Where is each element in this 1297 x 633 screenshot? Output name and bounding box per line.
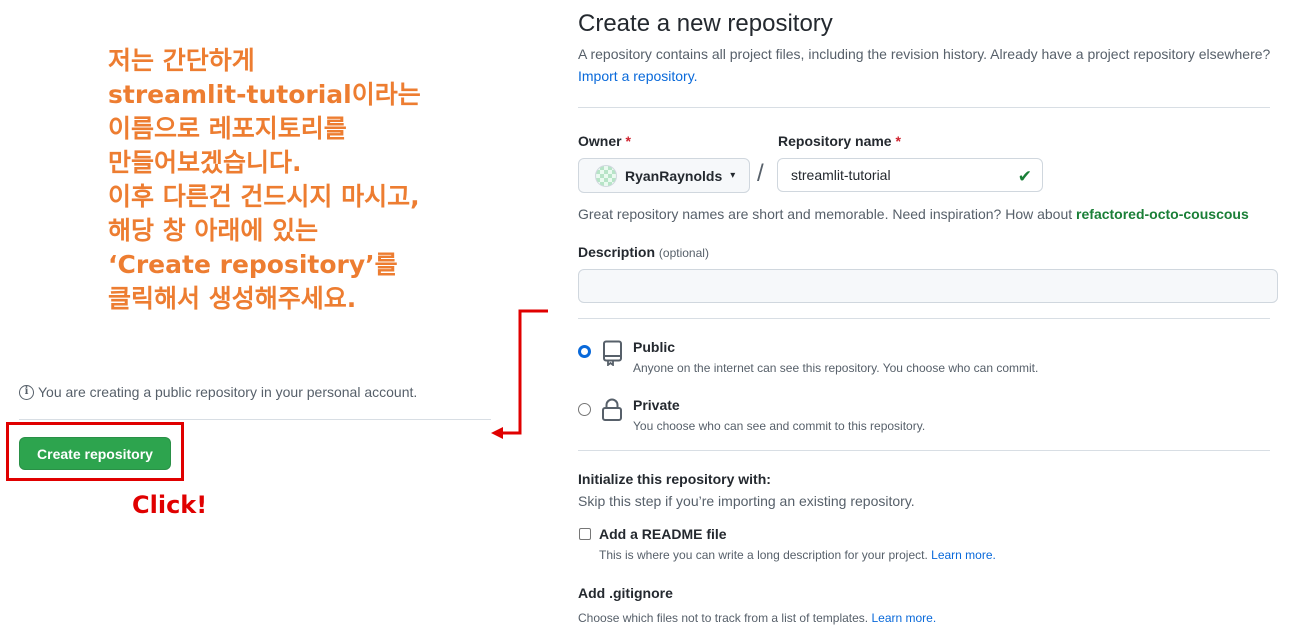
public-radio[interactable] bbox=[578, 345, 591, 358]
page-subtitle: A repository contains all project files,… bbox=[578, 46, 1270, 62]
click-callout: Click! bbox=[132, 491, 208, 519]
caret-down-icon: ▾ bbox=[730, 170, 736, 181]
check-icon: ✔ bbox=[1017, 167, 1032, 186]
instruction-line: 만들어보겠습니다. bbox=[108, 148, 302, 177]
divider bbox=[578, 107, 1270, 108]
add-readme-checkbox[interactable] bbox=[579, 528, 591, 540]
instruction-line: ‘Create repository’를 bbox=[108, 250, 398, 279]
private-description: You choose who can see and commit to thi… bbox=[633, 419, 926, 433]
public-repo-notice-text: You are creating a public repository in … bbox=[38, 384, 418, 400]
create-repository-button[interactable]: Create repository bbox=[19, 437, 171, 470]
repo-name-label: Repository name * bbox=[778, 133, 901, 149]
add-gitignore-label: Add .gitignore bbox=[578, 585, 673, 601]
instruction-line: 이름으로 레포지토리를 bbox=[108, 114, 347, 143]
private-title: Private bbox=[633, 397, 680, 413]
repository-name-value: streamlit-tutorial bbox=[791, 167, 891, 183]
suggestion-text: Great repository names are short and mem… bbox=[578, 206, 1077, 222]
repo-name-label-text: Repository name bbox=[778, 133, 892, 149]
instruction-line: 저는 간단하게 bbox=[108, 46, 255, 75]
public-title: Public bbox=[633, 339, 676, 355]
init-subtitle: Skip this step if you’re importing an ex… bbox=[578, 493, 915, 509]
owner-name: RyanRaynolds bbox=[625, 167, 723, 184]
gitignore-description-text: Choose which files not to track from a l… bbox=[578, 611, 872, 625]
instruction-line: 해당 창 아래에 있는 bbox=[108, 216, 319, 245]
init-title: Initialize this repository with: bbox=[578, 471, 771, 487]
public-repo-notice: i You are creating a public repository i… bbox=[19, 384, 417, 400]
description-input[interactable] bbox=[578, 269, 1278, 303]
instruction-line: 클릭해서 생성해주세요. bbox=[108, 284, 357, 313]
gitignore-learn-more-link[interactable]: Learn more. bbox=[871, 611, 936, 625]
description-label-text: Description bbox=[578, 244, 656, 260]
add-readme-label[interactable]: Add a README file bbox=[599, 526, 727, 542]
owner-label: Owner * bbox=[578, 133, 631, 149]
instruction-line: 이후 다른건 건드시지 마시고, bbox=[108, 182, 420, 211]
required-mark: * bbox=[895, 133, 901, 149]
gitignore-description: Choose which files not to track from a l… bbox=[578, 611, 936, 625]
name-suggestion: Great repository names are short and mem… bbox=[578, 206, 1270, 222]
divider bbox=[19, 419, 491, 420]
instruction-line: streamlit-tutorial이라는 bbox=[108, 80, 421, 109]
readme-description: This is where you can write a long descr… bbox=[599, 548, 996, 562]
lock-icon bbox=[602, 398, 622, 421]
repo-book-icon bbox=[603, 340, 622, 366]
avatar bbox=[595, 164, 617, 187]
pointer-arrow-icon bbox=[491, 309, 548, 439]
private-radio[interactable] bbox=[578, 403, 591, 416]
required-mark: * bbox=[625, 133, 631, 149]
readme-learn-more-link[interactable]: Learn more. bbox=[931, 548, 996, 562]
readme-description-text: This is where you can write a long descr… bbox=[599, 548, 932, 562]
page-title: Create a new repository bbox=[578, 10, 833, 37]
description-label: Description (optional) bbox=[578, 244, 709, 260]
suggested-name[interactable]: refactored-octo-couscous bbox=[1076, 206, 1249, 222]
instruction-note: 저는 간단하게 streamlit-tutorial이라는 이름으로 레포지토리… bbox=[108, 44, 548, 316]
import-repository-link[interactable]: Import a repository. bbox=[578, 68, 698, 84]
divider bbox=[578, 450, 1270, 451]
optional-tag: (optional) bbox=[658, 246, 709, 260]
owner-dropdown[interactable]: RyanRaynolds ▾ bbox=[578, 158, 750, 193]
divider bbox=[578, 318, 1270, 319]
repository-name-input[interactable]: streamlit-tutorial ✔ bbox=[777, 158, 1043, 192]
owner-label-text: Owner bbox=[578, 133, 622, 149]
info-icon: i bbox=[19, 384, 34, 400]
public-description: Anyone on the internet can see this repo… bbox=[633, 361, 1039, 375]
owner-repo-separator: / bbox=[757, 160, 764, 187]
